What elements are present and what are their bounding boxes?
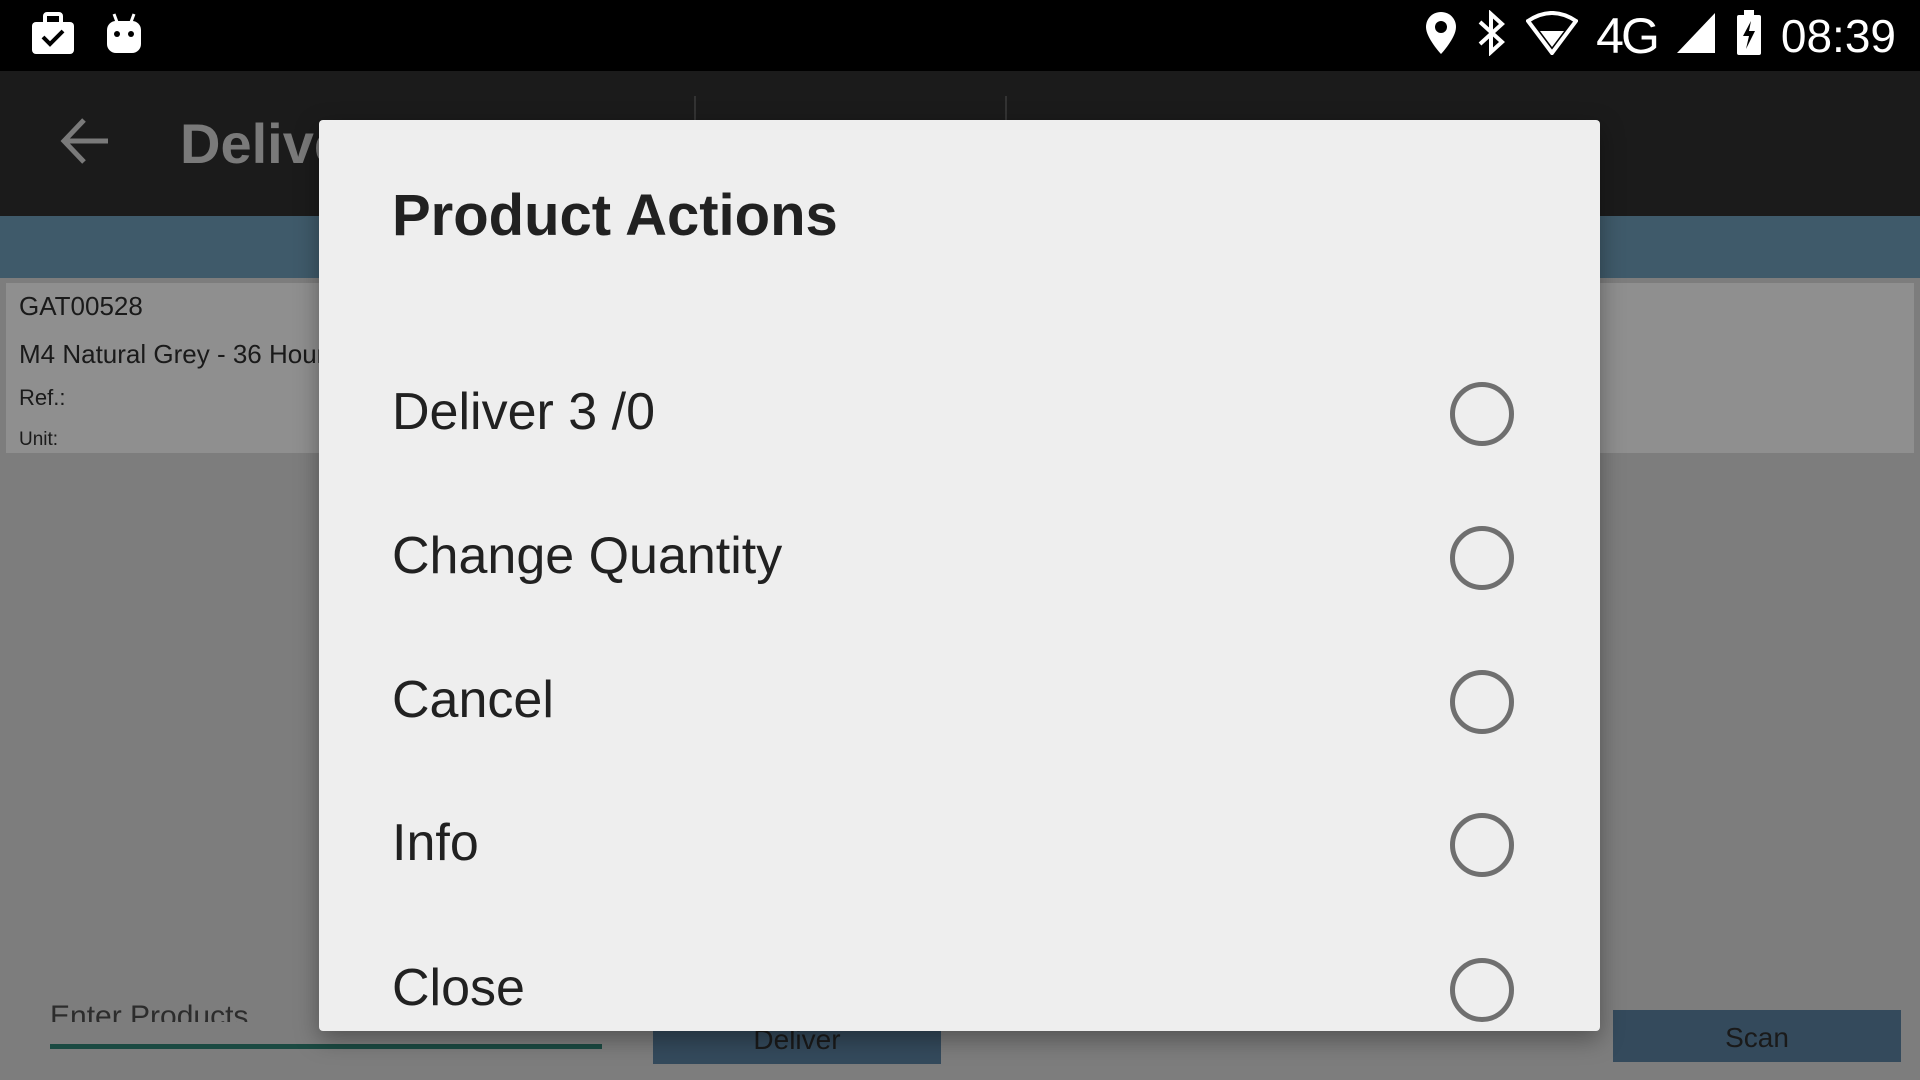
product-actions-dialog: Product Actions Deliver 3 /0 Change Quan…	[319, 120, 1600, 1031]
radio-button[interactable]	[1450, 958, 1514, 1022]
option-info[interactable]: Info	[319, 771, 1600, 915]
radio-button[interactable]	[1450, 526, 1514, 590]
location-pin-icon	[1424, 10, 1458, 61]
option-label: Deliver 3 /0	[392, 383, 655, 441]
product-unit-label: Unit:	[19, 429, 59, 450]
product-code: GAT00528	[19, 291, 143, 321]
android-debug-icon	[104, 12, 144, 61]
battery-charging-icon	[1735, 9, 1763, 62]
scan-button[interactable]: Scan	[1613, 1010, 1901, 1062]
product-ref-label: Ref.:	[19, 385, 66, 410]
cell-signal-icon	[1675, 11, 1717, 60]
dialog-title: Product Actions	[392, 183, 838, 248]
radio-button[interactable]	[1450, 382, 1514, 446]
option-cancel[interactable]: Cancel	[319, 628, 1600, 772]
radio-button[interactable]	[1450, 670, 1514, 734]
option-change-quantity[interactable]: Change Quantity	[319, 484, 1600, 628]
option-label: Close	[392, 959, 525, 1017]
back-arrow-icon[interactable]	[58, 116, 110, 171]
option-deliver[interactable]: Deliver 3 /0	[319, 340, 1600, 484]
bluetooth-icon	[1476, 9, 1508, 61]
option-label: Info	[392, 814, 479, 872]
status-bar: 4G 08:39	[0, 0, 1920, 71]
product-name: M4 Natural Grey - 36 Hour	[19, 339, 326, 369]
briefcase-check-icon	[30, 12, 76, 61]
radio-button[interactable]	[1450, 813, 1514, 877]
option-label: Cancel	[392, 671, 554, 729]
option-close[interactable]: Close	[319, 916, 1600, 1060]
wifi-icon	[1525, 11, 1580, 60]
option-label: Change Quantity	[392, 527, 783, 585]
enter-products-input[interactable]: Enter Products	[50, 1000, 248, 1022]
clock: 08:39	[1780, 9, 1896, 62]
network-type: 4G	[1596, 7, 1660, 64]
